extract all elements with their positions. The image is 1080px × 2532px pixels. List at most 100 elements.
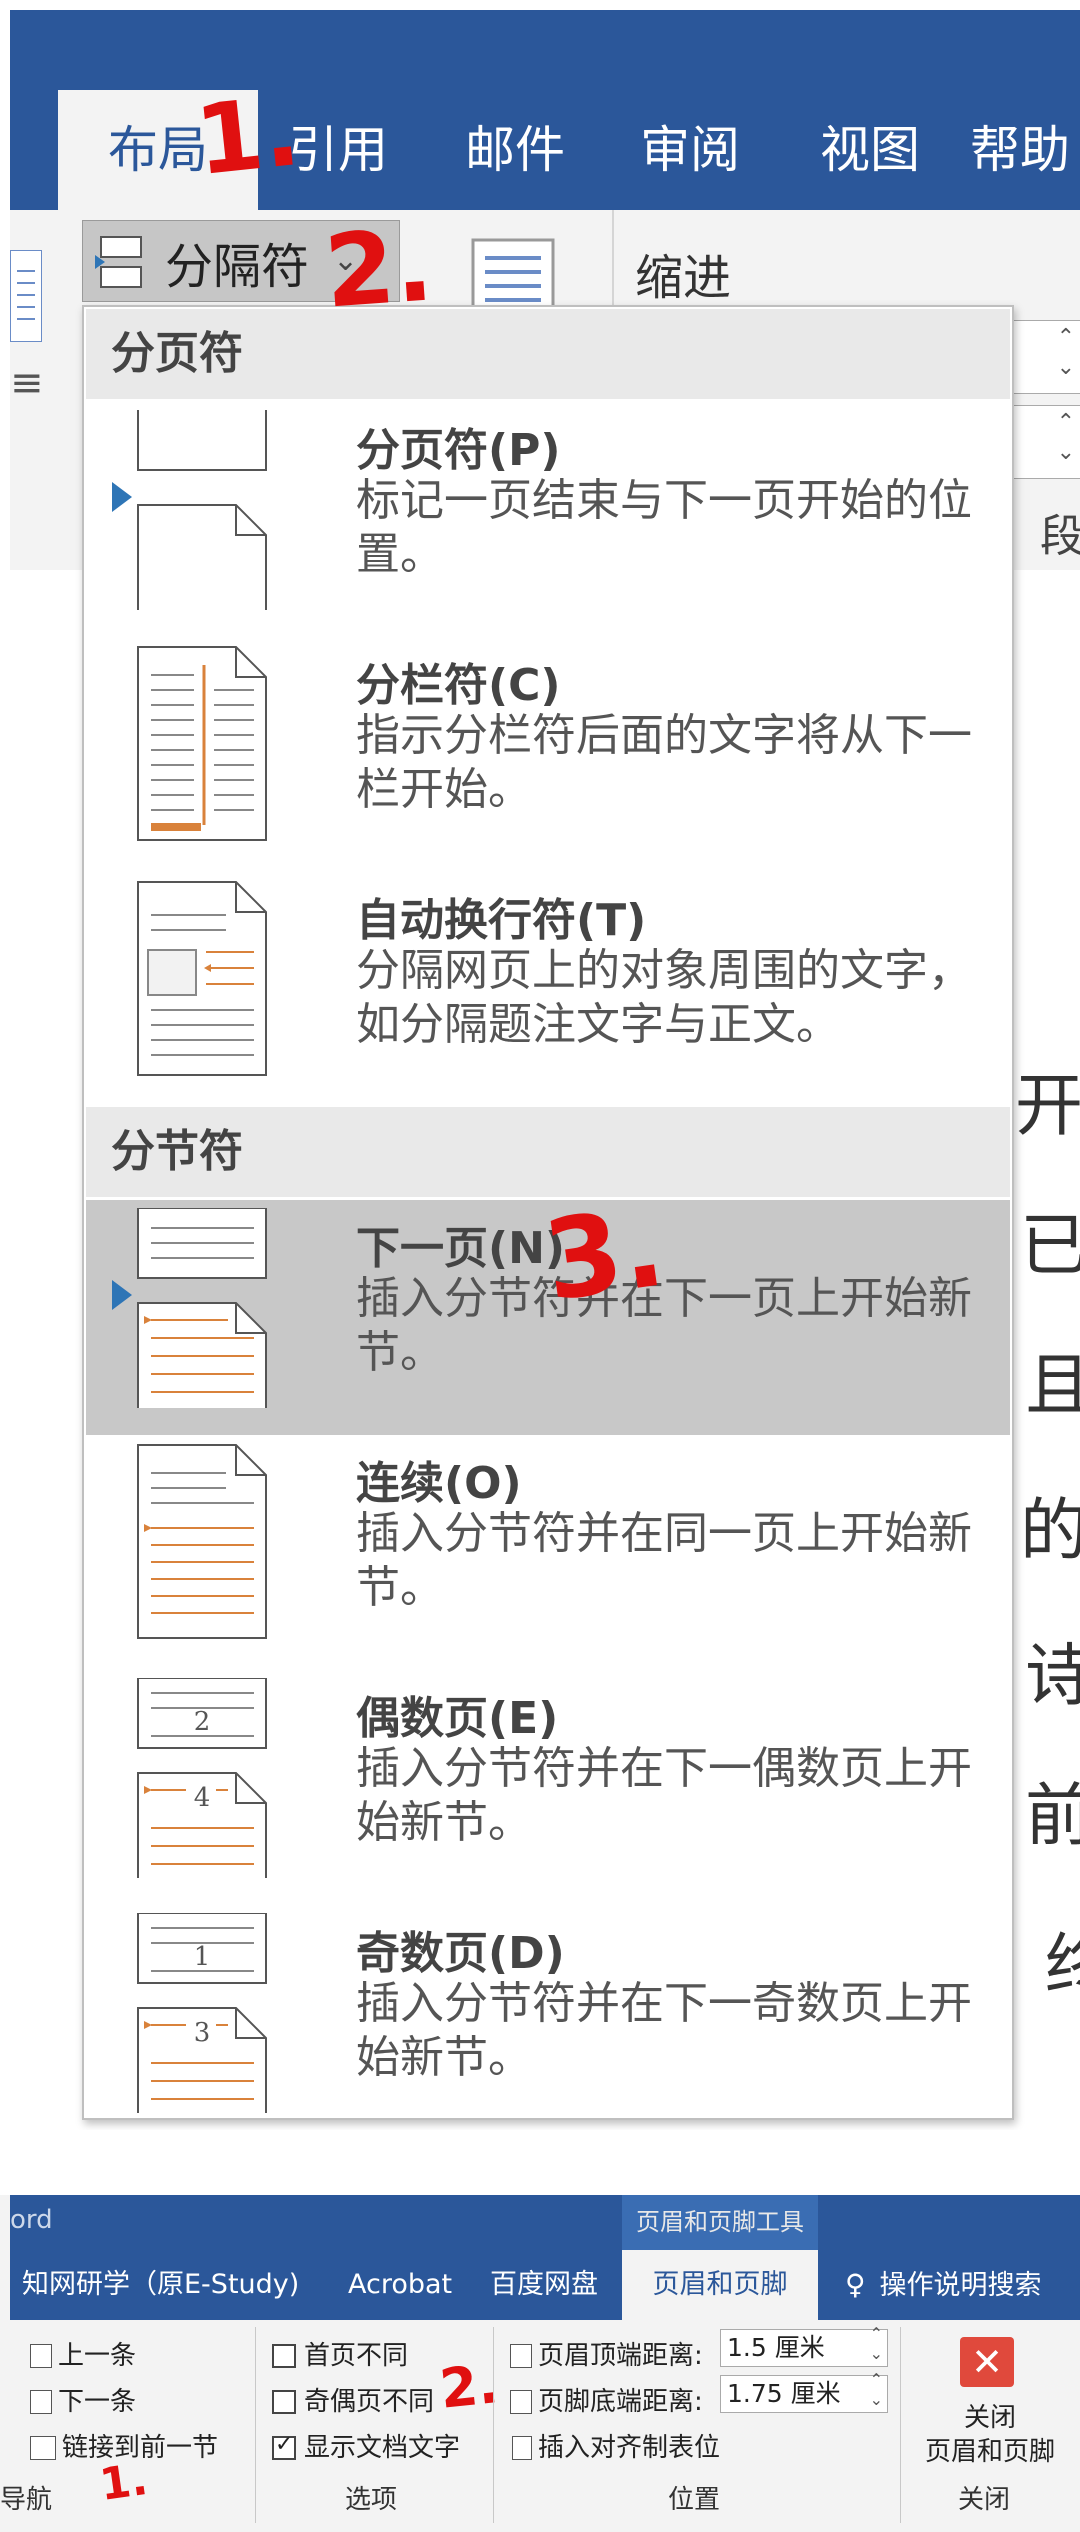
insert-alignment-tab-label: 插入对齐制表位	[538, 2433, 721, 2463]
next-page-section-break-icon	[137, 1208, 267, 1408]
bottom-screenshot: ord 页眉和页脚工具 知网研学（原E-Study) Acrobat 百度网盘 …	[0, 2195, 1080, 2532]
doc-text-fragment: 诗	[1025, 1637, 1080, 1716]
continuous-section-break-icon	[137, 1444, 267, 1639]
page-break-icon	[137, 410, 267, 610]
group-divider	[900, 2327, 901, 2523]
tab-acrobat[interactable]: Acrobat	[348, 2250, 452, 2320]
tab-header-footer[interactable]: 页眉和页脚	[622, 2250, 818, 2320]
header-footer-title-bar: ord	[10, 2195, 1080, 2250]
doc-text-fragment: 前	[1025, 1777, 1080, 1856]
footer-from-bottom-value: 1.75 厘米	[727, 2379, 841, 2408]
different-odd-even-checkbox[interactable]: 奇偶页不同	[272, 2381, 434, 2418]
close-label-line1: 关闭	[963, 2403, 1016, 2433]
text-wrapping-break-icon	[137, 881, 267, 1076]
pointer-arrow-icon	[112, 1280, 132, 1310]
even-page-section-break-icon: 2 4	[137, 1678, 267, 1878]
even-page-number-2: 4	[194, 1783, 211, 1813]
annotation-step-2: 2.	[321, 206, 437, 331]
show-document-text-checkbox[interactable]: ✓ 显示文档文字	[272, 2427, 460, 2464]
indent-right-spinner[interactable]: ⌃ ⌄	[1010, 405, 1080, 479]
header-footer-tools-header: 页眉和页脚工具	[622, 2195, 818, 2250]
menu-item-title: 偶数页(E)	[356, 1693, 559, 1744]
app-title-fragment: ord	[10, 2205, 53, 2235]
odd-page-section-break-icon: 1 3	[137, 1913, 267, 2113]
header-from-top-text: 页眉顶端距离:	[538, 2341, 703, 2371]
indent-left-spinner[interactable]: ⌃ ⌄	[1010, 320, 1080, 394]
close-icon: ✕	[960, 2337, 1014, 2387]
insert-alignment-tab-button[interactable]: 插入对齐制表位	[512, 2427, 720, 2464]
annotation-bottom-2: 2.	[436, 2352, 502, 2421]
even-page-number-1: 2	[194, 1707, 211, 1737]
menu-item-description: 插入分节符并在下一偶数页上开始新节。	[356, 1743, 972, 1848]
doc-text-fragment: 已	[1020, 1207, 1080, 1286]
lightbulb-icon: ♀	[845, 2268, 866, 2301]
tab-review[interactable]: 审阅	[610, 90, 770, 210]
navigation-group-label: 导航	[0, 2485, 53, 2515]
previous-icon	[30, 2344, 52, 2368]
menu-item-page-break[interactable]: 分页符(P) 标记一页结束与下一页开始的位置。	[86, 402, 1010, 637]
tell-me-label: 操作说明搜索	[879, 2270, 1042, 2301]
menu-item-continuous[interactable]: 连续(O) 插入分节符并在同一页上开始新节。	[86, 1435, 1010, 1670]
tab-fragment[interactable]: -	[0, 90, 10, 210]
previous-section-button[interactable]: 上一条	[30, 2335, 136, 2372]
annotation-bottom-1: 1.	[96, 2453, 151, 2512]
show-document-text-label: 显示文档文字	[304, 2433, 461, 2463]
columns-icon[interactable]	[10, 250, 42, 342]
group-divider	[493, 2327, 494, 2523]
menu-item-title: 奇数页(D)	[356, 1928, 565, 1979]
menu-item-title: 自动换行符(T)	[356, 895, 647, 946]
header-from-top-value: 1.5 厘米	[727, 2333, 825, 2362]
tab-baidu-netdisk[interactable]: 百度网盘	[490, 2250, 598, 2320]
ribbon-tab-strip: - 布局 引用 邮件 审阅 视图 帮助	[0, 90, 1080, 210]
tab-mailings[interactable]: 邮件	[430, 90, 600, 210]
column-break-icon	[137, 646, 267, 841]
menu-item-description: 分隔网页上的对象周围的文字，如分隔题注文字与正文。	[356, 945, 972, 1050]
group-divider	[255, 2327, 256, 2523]
doc-text-fragment: 开	[1015, 1067, 1080, 1146]
doc-text-fragment: 且	[1025, 1347, 1080, 1426]
doc-text-fragment: 终	[1045, 1927, 1080, 2006]
next-section-button[interactable]: 下一条	[30, 2381, 136, 2418]
ribbon-title-bar	[10, 10, 1080, 90]
footer-position-icon	[510, 2390, 532, 2414]
footer-from-bottom-label: 页脚底端距离:	[510, 2381, 703, 2418]
menu-item-column-break[interactable]: 分栏符(C) 指示分栏符后面的文字将从下一栏开始。	[86, 637, 1010, 872]
menu-item-title: 分栏符(C)	[356, 660, 561, 711]
close-label-line2: 页眉和页脚	[924, 2437, 1055, 2467]
menu-item-odd-page[interactable]: 1 3 奇数页(D) 插入分节符并在下一奇数页上开始新节。	[86, 1905, 1010, 2130]
checkbox-checked-icon: ✓	[272, 2432, 296, 2460]
tab-help[interactable]: 帮助	[970, 90, 1080, 210]
tab-cnki-estudy[interactable]: 知网研学（原E-Study)	[22, 2250, 299, 2320]
header-position-icon	[510, 2344, 532, 2368]
pointer-arrow-icon	[112, 482, 132, 512]
menu-item-even-page[interactable]: 2 4 偶数页(E) 插入分节符并在下一偶数页上开始新节。	[86, 1670, 1010, 1905]
menu-item-text-wrapping-break[interactable]: 自动换行符(T) 分隔网页上的对象周围的文字，如分隔题注文字与正文。	[86, 872, 1010, 1107]
menu-item-description: 指示分栏符后面的文字将从下一栏开始。	[356, 710, 972, 815]
different-odd-even-label: 奇偶页不同	[304, 2387, 435, 2417]
menu-item-description: 插入分节符并在下一奇数页上开始新节。	[356, 1978, 972, 2083]
doc-text-fragment: 的	[1020, 1492, 1080, 1571]
checkbox-unchecked-icon	[272, 2344, 296, 2368]
close-group-label: 关闭	[958, 2485, 1011, 2515]
footer-from-bottom-text: 页脚底端距离:	[538, 2387, 703, 2417]
close-header-footer-button[interactable]: ✕ 关闭 页眉和页脚	[910, 2331, 1070, 2481]
header-from-top-input[interactable]: 1.5 厘米 ⌃ ⌄	[720, 2324, 888, 2367]
page-breaks-header: 分页符	[86, 309, 1010, 399]
partial-label: ≡	[10, 360, 44, 406]
menu-item-description: 标记一页结束与下一页开始的位置。	[356, 475, 972, 580]
indent-label: 缩进	[635, 250, 732, 306]
link-icon	[30, 2436, 56, 2460]
next-label: 下一条	[58, 2387, 137, 2417]
tell-me-search[interactable]: ♀ 操作说明搜索	[845, 2250, 1042, 2320]
options-group-label: 选项	[345, 2485, 398, 2515]
header-from-top-label: 页眉顶端距离:	[510, 2335, 703, 2372]
odd-page-number-1: 1	[194, 1942, 211, 1972]
breaks-icon	[95, 236, 142, 288]
spacer	[0, 2130, 1080, 2195]
different-first-page-checkbox[interactable]: 首页不同	[272, 2335, 408, 2372]
footer-from-bottom-input[interactable]: 1.75 厘米 ⌃ ⌄	[720, 2370, 888, 2413]
next-icon	[30, 2390, 52, 2414]
tab-view[interactable]: 视图	[785, 90, 955, 210]
alignment-tab-icon	[512, 2436, 532, 2460]
annotation-step-1: 1.	[190, 74, 305, 198]
